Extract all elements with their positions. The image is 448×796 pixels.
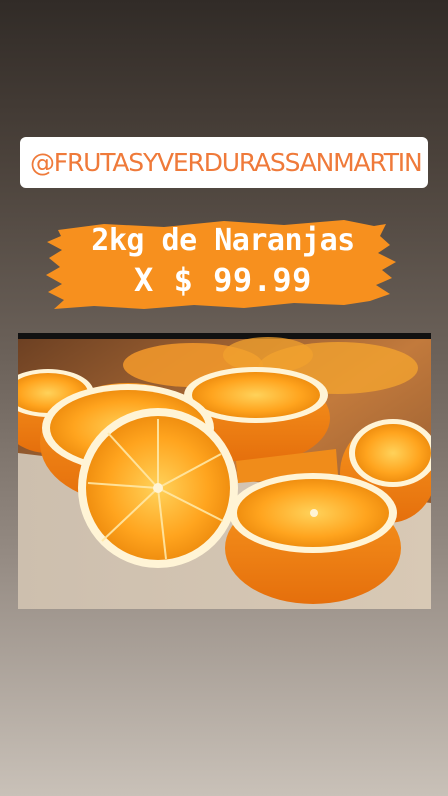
instagram-handle-tag[interactable]: @FRUTASYVERDURASSANMARTIN [20,137,428,188]
oranges-photo [18,333,431,609]
promo-price-text: X $ 99.99 [134,261,312,299]
instagram-handle-text: @FRUTASYVERDURASSANMARTIN [30,148,423,177]
promo-product-text: 2kg de Naranjas [91,223,355,258]
